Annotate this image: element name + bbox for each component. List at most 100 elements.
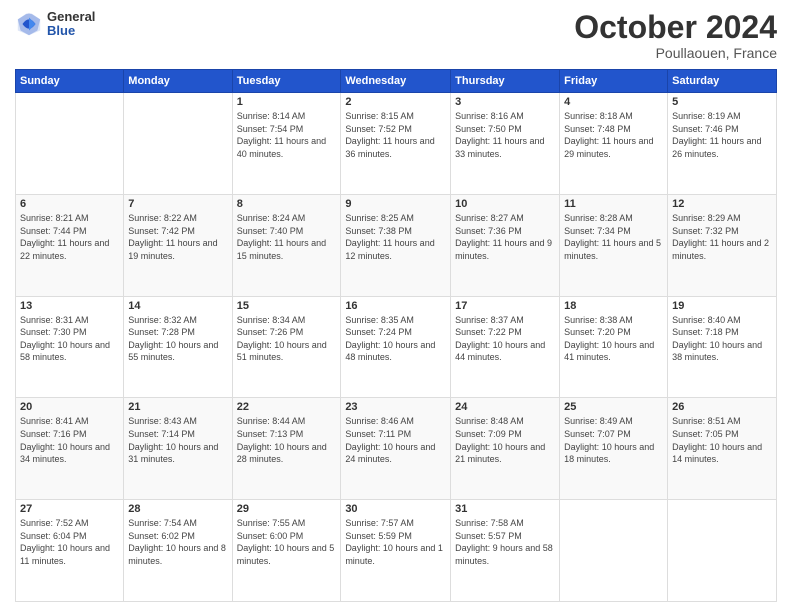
- day-cell: 4 Sunrise: 8:18 AM Sunset: 7:48 PM Daylig…: [560, 93, 668, 195]
- day-number: 16: [345, 300, 446, 312]
- day-cell: 8 Sunrise: 8:24 AM Sunset: 7:40 PM Daylig…: [232, 194, 341, 296]
- day-info: Sunrise: 8:16 AM Sunset: 7:50 PM Dayligh…: [455, 110, 555, 160]
- day-info: Sunrise: 8:40 AM Sunset: 7:18 PM Dayligh…: [672, 314, 772, 364]
- day-cell: 9Sunrise: 8:25 AM Sunset: 7:38 PM Daylig…: [341, 194, 451, 296]
- calendar-table: SundayMondayTuesdayWednesdayThursdayFrid…: [15, 69, 777, 602]
- day-info: Sunrise: 8:38 AM Sunset: 7:20 PM Dayligh…: [564, 314, 663, 364]
- day-number: 21: [128, 401, 227, 413]
- week-row-1: 6 Sunrise: 8:21 AM Sunset: 7:44 PM Daylig…: [16, 194, 777, 296]
- day-cell: 1 Sunrise: 8:14 AM Sunset: 7:54 PM Daylig…: [232, 93, 341, 195]
- day-number: 31: [455, 503, 555, 515]
- day-info: Sunrise: 8:24 AM Sunset: 7:40 PM Dayligh…: [237, 212, 337, 262]
- day-info: Sunrise: 8:18 AM Sunset: 7:48 PM Dayligh…: [564, 110, 663, 160]
- day-cell: [124, 93, 232, 195]
- day-number: 19: [672, 300, 772, 312]
- day-cell: 15Sunrise: 8:34 AM Sunset: 7:26 PM Dayli…: [232, 296, 341, 398]
- weekday-header-monday: Monday: [124, 70, 232, 93]
- day-number: 28: [128, 503, 227, 515]
- day-info: Sunrise: 8:21 AM Sunset: 7:44 PM Dayligh…: [20, 212, 119, 262]
- day-info: Sunrise: 8:41 AM Sunset: 7:16 PM Dayligh…: [20, 415, 119, 465]
- subtitle: Poullaouen, France: [574, 45, 777, 61]
- week-row-4: 27Sunrise: 7:52 AM Sunset: 6:04 PM Dayli…: [16, 500, 777, 602]
- day-cell: 24 Sunrise: 8:48 AM Sunset: 7:09 PM Dayli…: [451, 398, 560, 500]
- day-cell: 19 Sunrise: 8:40 AM Sunset: 7:18 PM Dayli…: [668, 296, 777, 398]
- header: General Blue October 2024 Poullaouen, Fr…: [15, 10, 777, 61]
- logo-text: General Blue: [47, 10, 95, 39]
- day-number: 29: [237, 503, 337, 515]
- day-cell: 5 Sunrise: 8:19 AM Sunset: 7:46 PM Daylig…: [668, 93, 777, 195]
- day-cell: 29Sunrise: 7:55 AM Sunset: 6:00 PM Dayli…: [232, 500, 341, 602]
- day-number: 2: [345, 96, 446, 108]
- calendar-header: SundayMondayTuesdayWednesdayThursdayFrid…: [16, 70, 777, 93]
- day-cell: [668, 500, 777, 602]
- day-number: 24: [455, 401, 555, 413]
- day-info: Sunrise: 8:48 AM Sunset: 7:09 PM Dayligh…: [455, 415, 555, 465]
- day-info: Sunrise: 8:49 AM Sunset: 7:07 PM Dayligh…: [564, 415, 663, 465]
- day-info: Sunrise: 8:44 AM Sunset: 7:13 PM Dayligh…: [237, 415, 337, 465]
- day-cell: 14 Sunrise: 8:32 AM Sunset: 7:28 PM Dayli…: [124, 296, 232, 398]
- day-cell: 25 Sunrise: 8:49 AM Sunset: 7:07 PM Dayli…: [560, 398, 668, 500]
- weekday-header-wednesday: Wednesday: [341, 70, 451, 93]
- day-number: 11: [564, 198, 663, 210]
- day-number: 13: [20, 300, 119, 312]
- day-info: Sunrise: 7:58 AM Sunset: 5:57 PM Dayligh…: [455, 517, 555, 567]
- day-info: Sunrise: 8:14 AM Sunset: 7:54 PM Dayligh…: [237, 110, 337, 160]
- logo: General Blue: [15, 10, 95, 39]
- day-number: 20: [20, 401, 119, 413]
- day-info: Sunrise: 8:25 AM Sunset: 7:38 PM Dayligh…: [345, 212, 446, 262]
- day-number: 18: [564, 300, 663, 312]
- day-cell: 26 Sunrise: 8:51 AM Sunset: 7:05 PM Dayli…: [668, 398, 777, 500]
- day-cell: 3 Sunrise: 8:16 AM Sunset: 7:50 PM Daylig…: [451, 93, 560, 195]
- day-cell: 2Sunrise: 8:15 AM Sunset: 7:52 PM Daylig…: [341, 93, 451, 195]
- weekday-header-thursday: Thursday: [451, 70, 560, 93]
- day-number: 5: [672, 96, 772, 108]
- logo-general-text: General: [47, 10, 95, 24]
- day-number: 3: [455, 96, 555, 108]
- day-cell: 13 Sunrise: 8:31 AM Sunset: 7:30 PM Dayli…: [16, 296, 124, 398]
- day-cell: 20 Sunrise: 8:41 AM Sunset: 7:16 PM Dayli…: [16, 398, 124, 500]
- day-cell: [16, 93, 124, 195]
- day-number: 12: [672, 198, 772, 210]
- day-info: Sunrise: 8:29 AM Sunset: 7:32 PM Dayligh…: [672, 212, 772, 262]
- day-number: 15: [237, 300, 337, 312]
- day-info: Sunrise: 8:28 AM Sunset: 7:34 PM Dayligh…: [564, 212, 663, 262]
- day-cell: 6 Sunrise: 8:21 AM Sunset: 7:44 PM Daylig…: [16, 194, 124, 296]
- weekday-header-friday: Friday: [560, 70, 668, 93]
- calendar-body: 1 Sunrise: 8:14 AM Sunset: 7:54 PM Daylig…: [16, 93, 777, 602]
- weekday-header-saturday: Saturday: [668, 70, 777, 93]
- day-info: Sunrise: 8:46 AM Sunset: 7:11 PM Dayligh…: [345, 415, 446, 465]
- day-number: 10: [455, 198, 555, 210]
- day-cell: 23 Sunrise: 8:46 AM Sunset: 7:11 PM Dayli…: [341, 398, 451, 500]
- day-cell: 31 Sunrise: 7:58 AM Sunset: 5:57 PM Dayli…: [451, 500, 560, 602]
- day-number: 8: [237, 198, 337, 210]
- day-number: 4: [564, 96, 663, 108]
- day-info: Sunrise: 8:31 AM Sunset: 7:30 PM Dayligh…: [20, 314, 119, 364]
- day-number: 22: [237, 401, 337, 413]
- day-info: Sunrise: 8:19 AM Sunset: 7:46 PM Dayligh…: [672, 110, 772, 160]
- day-cell: 10 Sunrise: 8:27 AM Sunset: 7:36 PM Dayli…: [451, 194, 560, 296]
- day-info: Sunrise: 8:27 AM Sunset: 7:36 PM Dayligh…: [455, 212, 555, 262]
- day-info: Sunrise: 8:32 AM Sunset: 7:28 PM Dayligh…: [128, 314, 227, 364]
- calendar-page: General Blue October 2024 Poullaouen, Fr…: [0, 0, 792, 612]
- day-number: 23: [345, 401, 446, 413]
- weekday-header-tuesday: Tuesday: [232, 70, 341, 93]
- month-title: October 2024: [574, 10, 777, 45]
- day-number: 26: [672, 401, 772, 413]
- day-cell: 27Sunrise: 7:52 AM Sunset: 6:04 PM Dayli…: [16, 500, 124, 602]
- day-cell: 16 Sunrise: 8:35 AM Sunset: 7:24 PM Dayli…: [341, 296, 451, 398]
- day-number: 1: [237, 96, 337, 108]
- day-info: Sunrise: 7:57 AM Sunset: 5:59 PM Dayligh…: [345, 517, 446, 567]
- day-number: 6: [20, 198, 119, 210]
- day-number: 14: [128, 300, 227, 312]
- day-info: Sunrise: 8:37 AM Sunset: 7:22 PM Dayligh…: [455, 314, 555, 364]
- day-info: Sunrise: 8:35 AM Sunset: 7:24 PM Dayligh…: [345, 314, 446, 364]
- logo-icon: [15, 10, 43, 38]
- day-cell: 17Sunrise: 8:37 AM Sunset: 7:22 PM Dayli…: [451, 296, 560, 398]
- day-number: 27: [20, 503, 119, 515]
- week-row-3: 20 Sunrise: 8:41 AM Sunset: 7:16 PM Dayli…: [16, 398, 777, 500]
- day-cell: 7Sunrise: 8:22 AM Sunset: 7:42 PM Daylig…: [124, 194, 232, 296]
- day-number: 25: [564, 401, 663, 413]
- week-row-0: 1 Sunrise: 8:14 AM Sunset: 7:54 PM Daylig…: [16, 93, 777, 195]
- day-info: Sunrise: 8:51 AM Sunset: 7:05 PM Dayligh…: [672, 415, 772, 465]
- day-cell: 21Sunrise: 8:43 AM Sunset: 7:14 PM Dayli…: [124, 398, 232, 500]
